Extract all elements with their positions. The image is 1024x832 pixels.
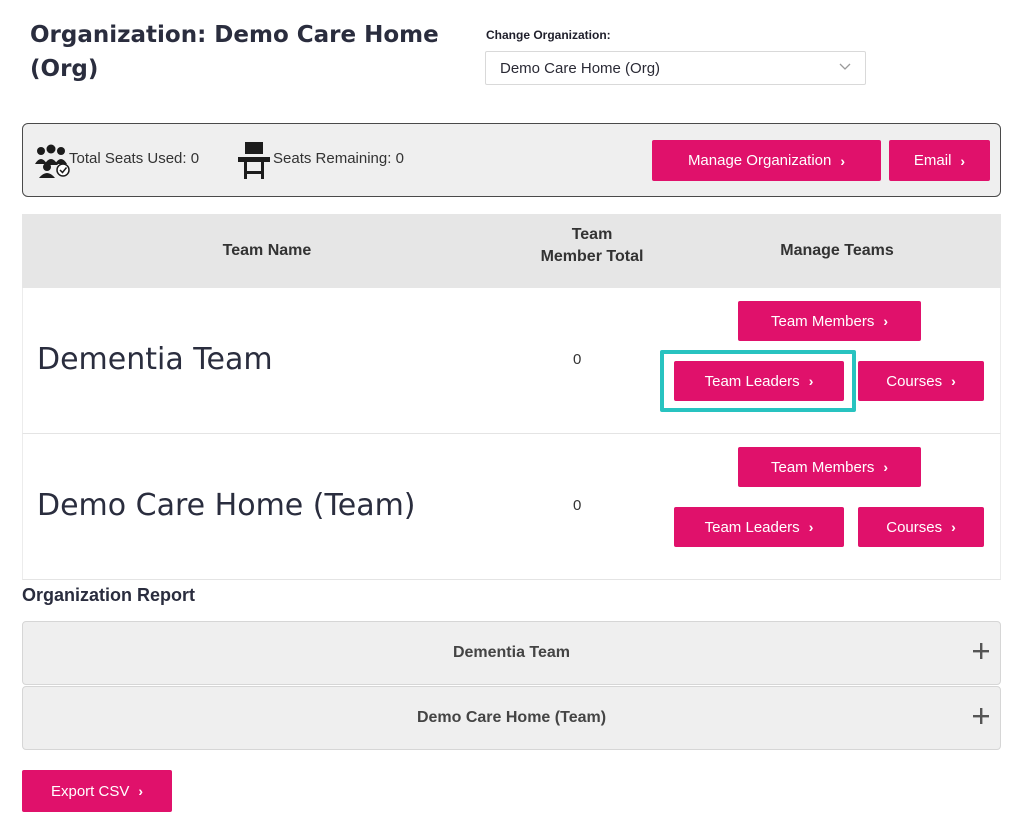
courses-label: Courses [886,518,943,536]
highlight-box [660,350,856,412]
organization-report-title: Organization Report [22,585,196,605]
organization-select[interactable]: Demo Care Home (Org) [485,51,866,85]
column-header-member-total-line2: Member Total [540,248,644,265]
team-name: Demo Care Home (Team) [37,488,416,523]
chevron-right-icon: › [883,313,889,329]
email-label: Email [913,152,952,169]
seats-remaining: Seats Remaining: 0 [273,150,404,167]
team-members-label: Team Members [770,312,875,330]
column-header-manage-teams: Manage Teams [780,242,894,259]
chevron-right-icon: › [840,152,846,169]
table-row: Demo Care Home (Team) 0 Team Members › Te… [22,434,1001,580]
courses-label: Courses [886,372,943,390]
table-header: Team Name Team Member Total Manage Teams [22,214,1001,288]
courses-button[interactable]: Courses › [858,361,984,401]
total-seats-used: Total Seats Used: 0 [69,150,200,167]
report-panel-dementia-team[interactable]: Dementia Team [22,621,1001,685]
chevron-right-icon: › [808,519,814,535]
manage-organization-button[interactable]: Manage Organization › [652,140,881,181]
chevron-right-icon: › [138,783,144,799]
organization-select-value: Demo Care Home (Org) [500,59,661,77]
page-title: Organization: Demo Care Home (Org) [30,22,439,82]
chevron-down-icon [839,63,851,70]
team-member-total: 0 [573,497,582,514]
chevron-right-icon: › [883,459,889,475]
chevron-right-icon: › [960,152,966,169]
export-csv-label: Export CSV [50,782,130,800]
report-panel-label: Demo Care Home (Team) [416,709,607,726]
report-panel-demo-care-home-team[interactable]: Demo Care Home (Team) [22,686,1001,750]
email-button[interactable]: Email › [889,140,990,181]
seats-summary-bar: Total Seats Used: 0 Seats Remaining: 0 M… [22,123,1001,197]
manage-organization-label: Manage Organization [687,152,832,169]
column-header-team-name: Team Name [222,242,312,259]
team-name: Dementia Team [37,342,273,377]
column-header-member-total-line1: Team [571,226,613,243]
team-leaders-button[interactable]: Team Leaders › [674,507,844,547]
team-members-label: Team Members [770,458,875,476]
chair-icon [238,142,270,179]
team-leaders-label: Team Leaders [704,518,800,536]
column-header-member-total: Team Member Total [512,224,672,268]
team-members-button[interactable]: Team Members › [738,447,921,487]
chevron-right-icon: › [951,519,956,535]
plus-icon[interactable] [972,707,990,725]
chevron-right-icon: › [951,373,956,389]
courses-button[interactable]: Courses › [858,507,984,547]
users-group-icon [35,144,70,178]
report-panel-label: Dementia Team [452,644,571,661]
change-organization-label: Change Organization: [486,28,611,42]
team-member-total: 0 [573,351,582,368]
export-csv-button[interactable]: Export CSV › [22,770,172,812]
plus-icon[interactable] [972,642,990,660]
team-members-button[interactable]: Team Members › [738,301,921,341]
